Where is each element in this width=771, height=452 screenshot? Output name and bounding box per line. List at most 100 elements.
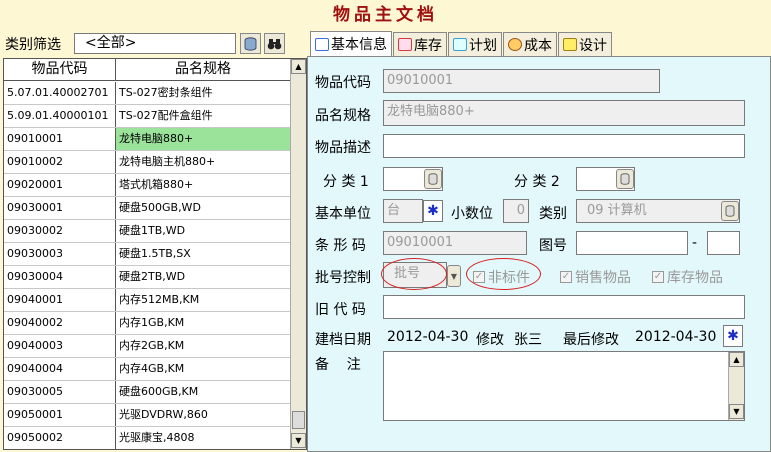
note-textarea[interactable]: ▲ ▼ bbox=[383, 351, 745, 421]
cell-item-name: 内存512MB,KM bbox=[119, 293, 200, 306]
cell-item-name: 硬盘1.5TB,SX bbox=[119, 247, 191, 260]
base-unit-field[interactable]: 台 bbox=[383, 199, 423, 223]
category2-label: 分 类 2 bbox=[514, 174, 560, 190]
barcode-field[interactable]: 09010001 bbox=[383, 231, 527, 255]
decimal-field[interactable]: 0 bbox=[503, 199, 529, 223]
cell-item-code: 09040001 bbox=[4, 289, 116, 311]
item-code-field[interactable]: 09010001 bbox=[383, 69, 660, 93]
item-name-label: 品名规格 bbox=[315, 108, 371, 124]
table-row[interactable]: 09010002 龙特电脑主机880+ bbox=[4, 151, 290, 174]
drawing-no-separator: - bbox=[692, 235, 698, 251]
cell-item-name: 硬盘2TB,WD bbox=[119, 270, 186, 283]
tab-label: 设计 bbox=[579, 37, 607, 54]
table-row[interactable]: 09030003 硬盘1.5TB,SX bbox=[4, 243, 290, 266]
table-row[interactable]: 5.07.01.40002701 TS-027密封条组件 bbox=[4, 82, 290, 105]
table-row[interactable]: 09040001 内存512MB,KM bbox=[4, 289, 290, 312]
cell-item-name: 龙特电脑880+ bbox=[116, 128, 290, 150]
category2-lookup-button[interactable] bbox=[616, 169, 634, 189]
tab-bar: 基本信息 库存 计划 成本 设计 bbox=[310, 31, 613, 56]
database-button[interactable] bbox=[240, 33, 261, 54]
table-row[interactable]: 09010001 龙特电脑880+ bbox=[4, 128, 290, 151]
cell-item-code: 09030001 bbox=[4, 197, 116, 219]
item-name-field[interactable]: 龙特电脑880+ bbox=[383, 100, 745, 126]
grid-rows: 5.07.01.40002701 TS-027密封条组件 5.09.01.40000… bbox=[4, 82, 290, 449]
cell-item-name: 硬盘500GB,WD bbox=[119, 201, 201, 214]
cell-item-name: TS-027密封条组件 bbox=[119, 86, 213, 99]
tab-inventory[interactable]: 库存 bbox=[393, 32, 447, 56]
tab-plan[interactable]: 计划 bbox=[448, 32, 502, 56]
tab-basic-info[interactable]: 基本信息 bbox=[310, 31, 392, 56]
edit-doc-icon bbox=[315, 37, 329, 51]
created-date-value: 2012-04-30 bbox=[387, 329, 469, 345]
table-row[interactable]: 09030004 硬盘2TB,WD bbox=[4, 266, 290, 289]
category1-label: 分 类 1 bbox=[323, 174, 369, 190]
scroll-up-button[interactable]: ▲ bbox=[729, 352, 744, 367]
grid-scrollbar[interactable]: ▲ ▼ bbox=[290, 59, 306, 449]
modifier-label: 修改 bbox=[476, 332, 504, 348]
scroll-down-button[interactable]: ▼ bbox=[291, 433, 306, 448]
item-desc-label: 物品描述 bbox=[315, 140, 371, 156]
type-lookup-button[interactable] bbox=[721, 201, 739, 221]
scroll-down-button[interactable]: ▼ bbox=[729, 404, 744, 419]
category-filter-select[interactable]: <全部> bbox=[74, 33, 236, 54]
database-icon bbox=[725, 205, 735, 217]
database-icon bbox=[244, 36, 257, 51]
column-header-code[interactable]: 物品代码 bbox=[4, 59, 116, 80]
grid-header: 物品代码 品名规格 bbox=[4, 59, 290, 81]
refresh-date-button[interactable]: ✱ bbox=[723, 325, 743, 347]
column-header-name[interactable]: 品名规格 bbox=[116, 59, 290, 80]
tab-label: 基本信息 bbox=[331, 37, 387, 53]
database-icon bbox=[620, 173, 630, 185]
binoculars-icon bbox=[267, 38, 282, 49]
tab-label: 库存 bbox=[414, 37, 442, 54]
drawing-no-field[interactable] bbox=[576, 231, 688, 255]
annotation-ellipse-batch bbox=[381, 258, 447, 290]
sales-item-label: 销售物品 bbox=[575, 270, 631, 286]
base-unit-lookup-button[interactable]: ✱ bbox=[423, 200, 443, 222]
modifier-value: 张三 bbox=[514, 332, 542, 348]
table-row[interactable]: 09040002 内存1GB,KM bbox=[4, 312, 290, 335]
cell-item-name: 硬盘1TB,WD bbox=[119, 224, 186, 237]
scroll-thumb[interactable] bbox=[292, 411, 305, 429]
old-code-field[interactable] bbox=[383, 295, 745, 319]
item-code-label: 物品代码 bbox=[315, 75, 371, 91]
table-row[interactable]: 5.09.01.40000101 TS-027配件盒组件 bbox=[4, 105, 290, 128]
type-field[interactable]: 09 计算机 bbox=[576, 199, 740, 223]
scroll-up-button[interactable]: ▲ bbox=[291, 59, 306, 74]
note-label: 备 注 bbox=[315, 357, 361, 373]
tab-cost[interactable]: 成本 bbox=[503, 32, 557, 56]
filter-label: 类别筛选 bbox=[5, 37, 61, 53]
find-button[interactable] bbox=[264, 33, 285, 54]
stock-item-checkbox[interactable]: ✓ 库存物品 bbox=[652, 267, 723, 287]
table-row[interactable]: 09020001 塔式机箱880+ bbox=[4, 174, 290, 197]
cell-item-code: 09040002 bbox=[4, 312, 116, 334]
table-row[interactable]: 09050001 光驱DVDRW,860 bbox=[4, 404, 290, 427]
table-row[interactable]: 09040003 内存2GB,KM bbox=[4, 335, 290, 358]
table-row[interactable]: 09030002 硬盘1TB,WD bbox=[4, 220, 290, 243]
category1-lookup-button[interactable] bbox=[424, 169, 442, 189]
created-date-label: 建档日期 bbox=[315, 332, 371, 348]
table-row[interactable]: 09030005 硬盘600GB,KM bbox=[4, 381, 290, 404]
tab-design[interactable]: 设计 bbox=[558, 32, 612, 56]
sales-item-checkbox[interactable]: ✓ 销售物品 bbox=[560, 267, 631, 287]
table-row[interactable]: 09040004 内存4GB,KM bbox=[4, 358, 290, 381]
asterisk-icon: ✱ bbox=[427, 203, 439, 219]
drawing-no-suffix-field[interactable] bbox=[707, 231, 740, 255]
tab-label: 计划 bbox=[469, 37, 497, 54]
cell-item-code: 5.07.01.40002701 bbox=[4, 82, 116, 104]
batch-control-dropdown[interactable]: ▼ bbox=[447, 265, 461, 287]
cell-item-name: TS-027配件盒组件 bbox=[119, 109, 213, 122]
cell-item-code: 5.09.01.40000101 bbox=[4, 105, 116, 127]
cell-item-name: 龙特电脑主机880+ bbox=[119, 155, 216, 168]
drawing-no-label: 图号 bbox=[539, 238, 567, 254]
chart-icon bbox=[453, 38, 467, 51]
batch-control-label: 批号控制 bbox=[315, 270, 371, 286]
cell-item-code: 09030002 bbox=[4, 220, 116, 242]
tab-label: 成本 bbox=[524, 37, 552, 54]
table-row[interactable]: 09030001 硬盘500GB,WD bbox=[4, 197, 290, 220]
table-row[interactable]: 09050002 光驱康宝,4808 bbox=[4, 427, 290, 449]
item-list-grid[interactable]: 物品代码 品名规格 5.07.01.40002701 TS-027密封条组件 5.0… bbox=[3, 58, 307, 450]
cell-item-code: 09010001 bbox=[4, 128, 116, 150]
note-scrollbar[interactable]: ▲ ▼ bbox=[728, 352, 744, 420]
item-desc-field[interactable] bbox=[383, 134, 745, 158]
